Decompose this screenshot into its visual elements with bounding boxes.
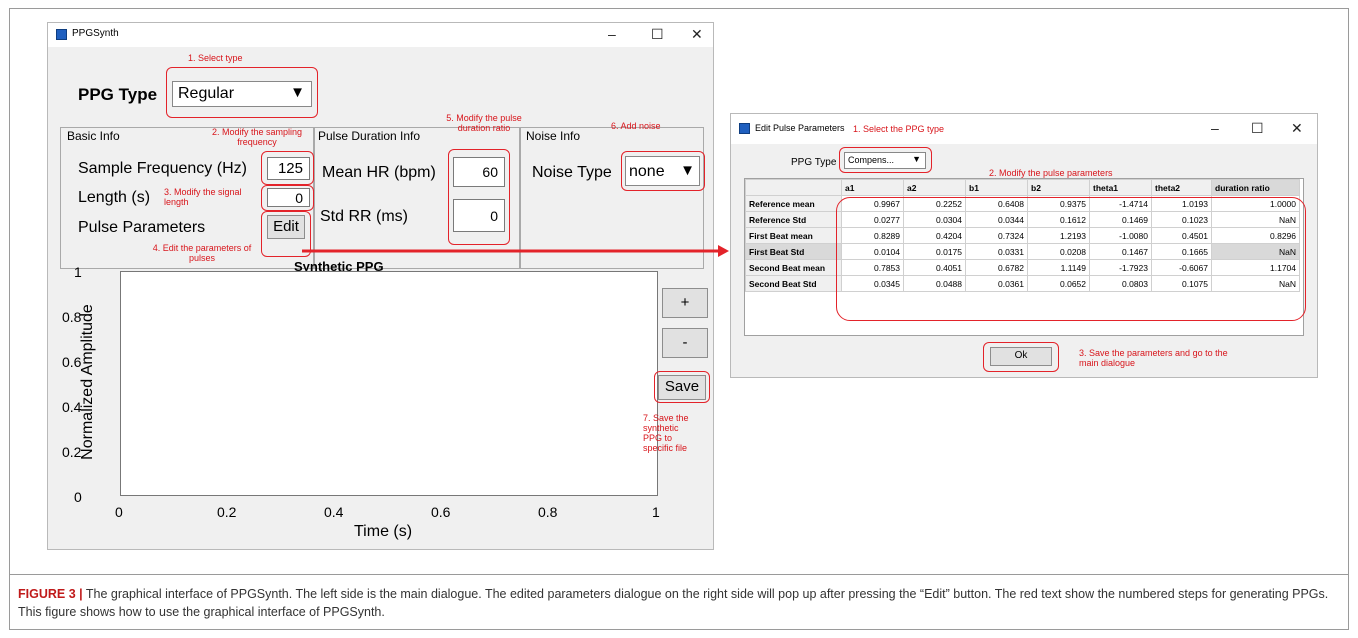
caption-text: The graphical interface of PPGSynth. The…	[18, 587, 1329, 619]
annotation-sampling-line2: frequency	[237, 137, 277, 147]
pulse-parameters-label: Pulse Parameters	[78, 219, 206, 236]
sample-frequency-label: Sample Frequency (Hz)	[78, 160, 247, 177]
noise-dropdown-arrow-icon: ▼	[680, 162, 695, 179]
annotation-length: 3. Modify the signal length	[164, 187, 242, 207]
caption-label: FIGURE 3 |	[18, 587, 83, 601]
annotation-save-params-line2: main dialogue	[1079, 358, 1136, 368]
main-window-title: PPGSynth	[72, 28, 119, 39]
xtick-0.6: 0.6	[431, 504, 451, 520]
col-header[interactable]: a1	[841, 179, 904, 196]
dialog-minimize-icon[interactable]: –	[1211, 120, 1219, 136]
table-header-row: a1 a2 b1 b2 theta1 theta2 duration ratio	[745, 179, 1300, 196]
row-header[interactable]: First Beat mean	[745, 227, 842, 244]
dialog-ppg-type-dropdown[interactable]: Compens... ▼	[844, 152, 926, 169]
annotation-edit-line1: 4. Edit the parameters of	[152, 243, 252, 253]
annotation-edit: 4. Edit the parameters of pulses	[144, 243, 260, 263]
y-axis-label: Normalized Amplitude	[79, 304, 96, 460]
annotation-save-line1: 7. Save the	[643, 413, 689, 423]
maximize-icon[interactable]: ☐	[651, 26, 664, 43]
pulse-duration-title: Pulse Duration Info	[316, 129, 423, 143]
ppgsynth-main-window: PPGSynth – ☐ ✕ 1. Select type PPG Type R…	[47, 22, 714, 550]
xtick-0.8: 0.8	[538, 504, 558, 520]
col-header[interactable]: a2	[903, 179, 966, 196]
annotation-save-line2: synthetic	[643, 423, 679, 433]
row-header[interactable]: Second Beat Std	[745, 275, 842, 292]
ppg-type-label: PPG Type	[78, 85, 158, 104]
dialog-ppg-type-value: Compens...	[848, 155, 895, 165]
dropdown-arrow-icon: ▼	[290, 84, 305, 101]
mean-hr-label: Mean HR (bpm)	[322, 164, 436, 181]
edit-pulse-parameters-dialog: Edit Pulse Parameters 1. Select the PPG …	[730, 113, 1318, 378]
col-header[interactable]: b2	[1027, 179, 1090, 196]
annotation-save-params-line1: 3. Save the parameters and go to the	[1079, 348, 1228, 358]
dialog-app-icon	[739, 123, 750, 134]
annotation-sampling: 2. Modify the sampling frequency	[202, 127, 312, 147]
col-header[interactable]: duration ratio	[1211, 179, 1300, 196]
minimize-icon[interactable]: –	[608, 26, 616, 42]
ppg-type-dropdown[interactable]: Regular ▼	[172, 81, 312, 107]
zoom-in-button[interactable]: +	[662, 288, 708, 318]
dialog-title: Edit Pulse Parameters	[755, 123, 845, 133]
pointer-arrow	[302, 245, 729, 257]
noise-type-dropdown[interactable]: none ▼	[625, 156, 700, 186]
figure-caption: FIGURE 3 | The graphical interface of PP…	[18, 585, 1338, 621]
basic-info-title: Basic Info	[65, 129, 122, 143]
mean-hr-input[interactable]: 60	[453, 157, 505, 187]
std-rr-input[interactable]: 0	[453, 199, 505, 232]
noise-type-value: none	[629, 163, 665, 180]
edit-button[interactable]: Edit	[267, 215, 305, 239]
annotation-pulse-line1: 5. Modify the pulse	[446, 113, 522, 123]
dialog-dropdown-arrow-icon: ▼	[912, 154, 921, 164]
xtick-1: 1	[652, 504, 660, 520]
length-label: Length (s)	[78, 189, 151, 206]
x-axis-label: Time (s)	[354, 523, 413, 540]
annotation-modify-params: 2. Modify the pulse parameters	[989, 168, 1113, 178]
sample-frequency-input[interactable]: 125	[267, 157, 310, 180]
length-input[interactable]: 0	[267, 188, 310, 207]
dialog-ppg-type-label: PPG Type	[791, 157, 837, 168]
annotation-select-ppg: 1. Select the PPG type	[853, 124, 945, 134]
highlight-parameters	[836, 197, 1306, 321]
xtick-0: 0	[115, 504, 123, 520]
annotation-pulse-duration: 5. Modify the pulse duration ratio	[432, 113, 536, 133]
annotation-noise: 6. Add noise	[611, 121, 661, 131]
app-icon	[56, 29, 67, 40]
annotation-save-line4: specific file	[643, 443, 688, 453]
col-header[interactable]: theta2	[1151, 179, 1212, 196]
dialog-maximize-icon[interactable]: ☐	[1251, 120, 1264, 137]
col-header[interactable]: theta1	[1089, 179, 1152, 196]
ok-button[interactable]: Ok	[990, 347, 1052, 366]
row-header[interactable]: Second Beat mean	[745, 259, 842, 276]
xtick-0.4: 0.4	[324, 504, 344, 520]
close-icon[interactable]: ✕	[691, 26, 703, 43]
annotation-length-line2: length	[164, 197, 189, 207]
row-header[interactable]: First Beat Std	[745, 243, 842, 260]
col-header[interactable]: b1	[965, 179, 1028, 196]
annotation-edit-line2: pulses	[188, 253, 215, 263]
save-button[interactable]: Save	[658, 375, 706, 400]
main-title-bar: PPGSynth – ☐ ✕	[48, 23, 713, 47]
ppg-type-value: Regular	[178, 85, 235, 102]
zoom-out-button[interactable]: -	[662, 328, 708, 358]
row-header[interactable]: Reference mean	[745, 195, 842, 212]
plot-area	[120, 271, 658, 496]
dialog-close-icon[interactable]: ✕	[1291, 120, 1303, 137]
annotation-save-params: 3. Save the parameters and go to the mai…	[1079, 348, 1228, 368]
std-rr-label: Std RR (ms)	[320, 208, 408, 225]
annotation-pulse-line2: duration ratio	[457, 123, 511, 133]
table-corner	[745, 179, 842, 196]
row-header[interactable]: Reference Std	[745, 211, 842, 228]
annotation-sampling-line1: 2. Modify the sampling	[211, 127, 303, 137]
dialog-title-bar: Edit Pulse Parameters 1. Select the PPG …	[731, 114, 1317, 144]
annotation-length-line1: 3. Modify the signal	[164, 187, 242, 197]
noise-type-label: Noise Type	[532, 164, 612, 181]
xtick-0.2: 0.2	[217, 504, 237, 520]
annotation-save-line3: PPG to	[643, 433, 673, 443]
annotation-select-type: 1. Select type	[188, 53, 243, 63]
annotation-save: 7. Save the synthetic PPG to specific fi…	[643, 413, 689, 453]
